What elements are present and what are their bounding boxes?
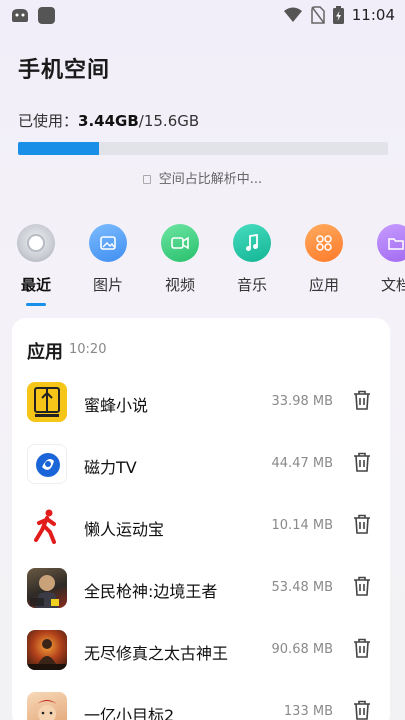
wifi-icon bbox=[283, 7, 302, 22]
trash-icon[interactable] bbox=[353, 514, 371, 534]
storage-progress-bar bbox=[18, 142, 388, 155]
tab-recent[interactable]: 最近 bbox=[8, 224, 64, 306]
no-sim-icon bbox=[311, 6, 325, 24]
recent-icon bbox=[17, 224, 55, 262]
app-name: 无尽修真之太古神王 bbox=[84, 644, 229, 663]
app-name: 懒人运动宝 bbox=[84, 520, 165, 539]
trash-icon[interactable] bbox=[353, 576, 371, 596]
active-tab-indicator bbox=[26, 303, 46, 306]
used-label: 已使用： bbox=[18, 112, 79, 130]
app-size: 90.68 MB bbox=[271, 642, 333, 657]
app-size: 44.47 MB bbox=[271, 456, 333, 471]
total-value: /15.6GB bbox=[138, 112, 200, 130]
storage-usage: 已使用：3.44GB/15.6GB bbox=[18, 110, 199, 131]
tab-documents[interactable]: 文档 bbox=[368, 224, 405, 295]
app-row[interactable]: 懒人运动宝 10.14 MB bbox=[12, 496, 390, 558]
apps-icon bbox=[305, 224, 343, 262]
used-value: 3.44GB bbox=[78, 112, 139, 130]
game-target-icon bbox=[27, 692, 67, 720]
trash-icon[interactable] bbox=[353, 638, 371, 658]
tab-images[interactable]: 图片 bbox=[80, 224, 136, 295]
tab-label: 音乐 bbox=[236, 276, 267, 294]
tab-label: 文档 bbox=[380, 276, 405, 294]
game-warrior-icon bbox=[27, 568, 67, 608]
image-icon bbox=[89, 224, 127, 262]
apps-card: 应用 10:20 蜜蜂小说 33.98 MB 磁力TV 44.47 MB 懒人运… bbox=[12, 318, 390, 720]
app-size: 10.14 MB bbox=[271, 518, 333, 533]
tab-label: 最近 bbox=[20, 276, 51, 294]
analyzing-icon bbox=[142, 175, 151, 184]
notification-square-icon bbox=[38, 6, 55, 24]
music-icon bbox=[233, 224, 271, 262]
tab-label: 应用 bbox=[308, 276, 339, 294]
magnet-tv-icon bbox=[27, 444, 67, 484]
app-row[interactable]: 无尽修真之太古神王 90.68 MB bbox=[12, 620, 390, 682]
page-title: 手机空间 bbox=[18, 58, 111, 83]
app-name: 全民枪神:边境王者 bbox=[84, 582, 218, 601]
card-time: 10:20 bbox=[69, 342, 107, 357]
app-row[interactable]: 磁力TV 44.47 MB bbox=[12, 434, 390, 496]
app-size: 53.48 MB bbox=[271, 580, 333, 595]
app-size: 33.98 MB bbox=[271, 394, 333, 409]
game-cultivation-icon bbox=[27, 630, 67, 670]
tab-label: 图片 bbox=[92, 276, 123, 294]
app-name: 蜜蜂小说 bbox=[84, 396, 149, 415]
app-row[interactable]: 全民枪神:边境王者 53.48 MB bbox=[12, 558, 390, 620]
app-row[interactable]: 一亿小目标2 133 MB bbox=[12, 682, 390, 720]
card-header: 应用 bbox=[27, 342, 63, 363]
analyzing-text: 空间占比解析中... bbox=[158, 172, 263, 187]
tab-apps[interactable]: 应用 bbox=[296, 224, 352, 295]
app-row[interactable]: 蜜蜂小说 33.98 MB bbox=[12, 372, 390, 434]
folder-icon bbox=[377, 224, 405, 262]
app-name: 一亿小目标2 bbox=[84, 706, 175, 720]
tab-label: 视频 bbox=[164, 276, 195, 294]
status-bar: 11:04 bbox=[0, 0, 405, 32]
analyzing-status: 空间占比解析中... bbox=[0, 168, 405, 187]
category-tabs: 最近 图片 视频 音乐 应用 文档 bbox=[0, 224, 405, 306]
status-time: 11:04 bbox=[351, 6, 395, 24]
trash-icon[interactable] bbox=[353, 390, 371, 410]
app-size: 133 MB bbox=[283, 704, 333, 719]
tab-music[interactable]: 音乐 bbox=[224, 224, 280, 295]
storage-progress-fill bbox=[18, 142, 100, 155]
trash-icon[interactable] bbox=[353, 700, 371, 720]
app-name: 磁力TV bbox=[84, 458, 137, 477]
battery-icon bbox=[332, 6, 344, 24]
notification-app-icon bbox=[12, 9, 28, 22]
tab-videos[interactable]: 视频 bbox=[152, 224, 208, 295]
bee-novel-icon bbox=[27, 382, 67, 422]
runner-icon bbox=[27, 506, 67, 546]
video-icon bbox=[161, 224, 199, 262]
trash-icon[interactable] bbox=[353, 452, 371, 472]
